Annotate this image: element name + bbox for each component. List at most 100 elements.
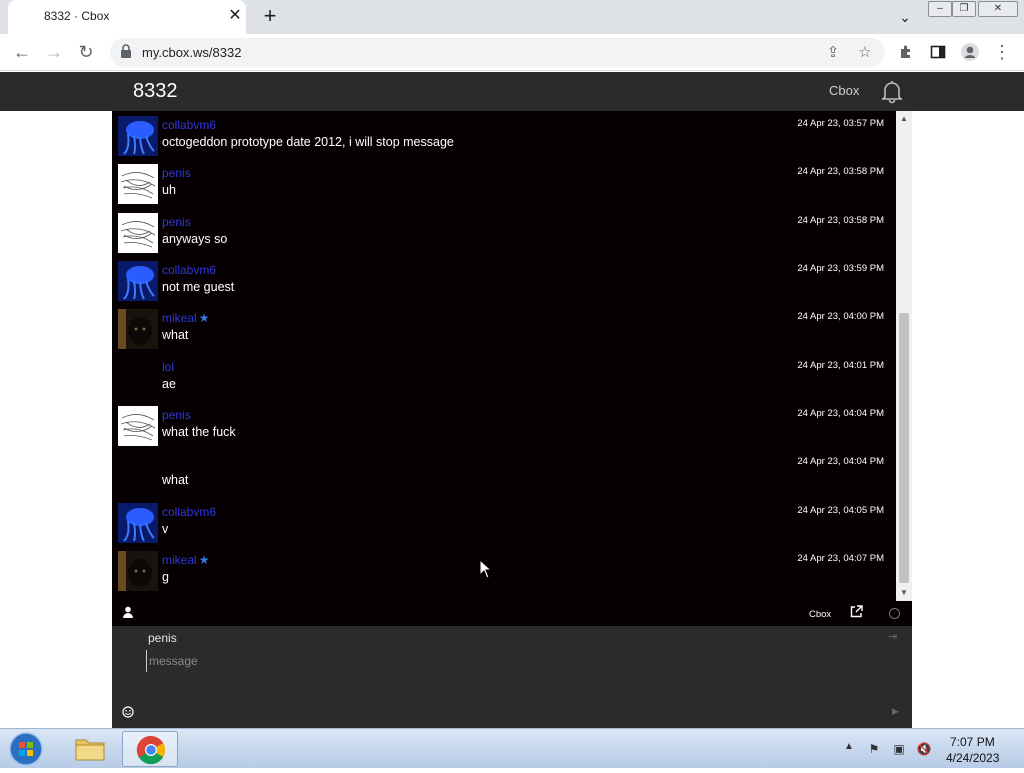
clock-time[interactable]: 7:07 PM [950,735,995,749]
message-timestamp: 24 Apr 23, 04:01 PM [797,360,884,371]
cbox-header: 8332 Cbox [0,72,1024,111]
url-text: my.cbox.ws/8332 [142,45,242,60]
scroll-down-arrow-icon[interactable]: ▼ [896,585,912,601]
message-text: octogeddon prototype date 2012, i will s… [162,135,454,149]
smiley-icon[interactable] [122,706,136,720]
avatar-cat [118,551,158,591]
file-explorer-taskbar-icon[interactable] [62,731,118,767]
popout-icon[interactable] [850,605,866,621]
browser-tab-bar: 8332 · Cbox ✕ + ⌄ – ❐ ✕ [0,0,1024,34]
forward-arrow-icon[interactable]: → [42,40,66,64]
message-text: v [162,522,169,536]
message-username[interactable]: collabvm6 [162,263,216,277]
avatar-scribble [118,164,158,204]
chat-scrollbar[interactable]: ▲ ▼ [896,111,912,601]
username-text[interactable]: mikeal [162,553,197,567]
message-timestamp: 24 Apr 23, 03:58 PM [797,166,884,177]
share-icon[interactable]: ⇪ [822,42,844,64]
chat-message: penis what the fuck 24 Apr 23, 04:04 PM [112,403,896,451]
profile-icon[interactable] [958,40,982,64]
avatar-jellyfish [118,503,158,543]
chat-message: collabvm6 v 24 Apr 23, 04:05 PM [112,500,896,548]
message-timestamp: 24 Apr 23, 03:58 PM [797,215,884,226]
chat-message: collabvm6 not me guest 24 Apr 23, 03:59 … [112,258,896,306]
username-text[interactable]: mikeal [162,311,197,325]
volume-muted-icon[interactable]: 🔇 [916,741,932,757]
cbox-footer-link[interactable]: Cbox [809,609,831,620]
compose-username[interactable]: penis [148,631,177,645]
avatar-scribble [118,406,158,446]
message-text: what [162,328,189,342]
message-timestamp: 24 Apr 23, 04:04 PM [797,408,884,419]
tab-title: 8332 · Cbox [44,9,110,23]
star-badge-icon: ★ [198,311,210,325]
lock-icon[interactable] [120,44,134,60]
message-username[interactable]: lol [162,360,174,374]
avatar-scribble [118,213,158,253]
message-text: anyways so [162,232,228,246]
user-icon[interactable] [122,606,136,620]
window-maximize-button[interactable]: ❐ [952,1,976,17]
message-text: not me guest [162,280,235,294]
avatar-cat [118,309,158,349]
cbox-title: 8332 [133,80,178,102]
windows-taskbar: ▲ ⚑ ▣ 🔇 7:07 PM 4/24/2023 [0,728,1024,768]
browser-tab[interactable]: 8332 · Cbox ✕ [8,0,246,34]
scrollbar-thumb[interactable] [899,313,909,583]
new-tab-icon[interactable]: + [258,4,282,28]
address-bar[interactable]: my.cbox.ws/8332 ⇪ ☆ [110,38,885,67]
tab-close-icon[interactable]: ✕ [226,7,244,25]
chat-message: what 24 Apr 23, 04:04 PM [112,451,896,499]
message-text: ae [162,377,176,391]
compose-area: penis ⇥ ▶ [112,626,912,728]
message-timestamp: 24 Apr 23, 03:59 PM [797,263,884,274]
browser-toolbar: ← → ↻ my.cbox.ws/8332 ⇪ ☆ ⋮ [0,34,1024,71]
message-timestamp: 24 Apr 23, 04:07 PM [797,553,884,564]
tab-search-chevron-icon[interactable]: ⌄ [894,6,916,28]
reload-icon[interactable]: ↻ [74,40,98,64]
message-text: what [162,473,189,487]
bookmark-star-icon[interactable]: ☆ [854,42,876,64]
back-arrow-icon[interactable]: ← [10,40,34,64]
cbox-brand-link[interactable]: Cbox [829,83,859,98]
bell-icon[interactable] [878,77,906,105]
extensions-puzzle-icon[interactable] [894,40,918,64]
chat-message: lol ae 24 Apr 23, 04:01 PM [112,355,896,403]
kebab-menu-icon[interactable]: ⋮ [990,40,1014,64]
mouse-cursor-icon [479,558,493,579]
message-timestamp: 24 Apr 23, 04:04 PM [797,456,884,467]
message-username[interactable]: collabvm6 [162,118,216,132]
chrome-taskbar-icon[interactable] [122,731,178,767]
scroll-up-arrow-icon[interactable]: ▲ [896,111,912,127]
action-center-flag-icon[interactable]: ⚑ [866,741,882,757]
clock-date[interactable]: 4/24/2023 [946,751,999,765]
chat-message: penis anyways so 24 Apr 23, 03:58 PM [112,210,896,258]
start-button-icon[interactable] [6,731,46,767]
chat-message: collabvm6 octogeddon prototype date 2012… [112,113,896,161]
page-content: 8332 Cbox collabvm6 octogeddon prototype… [0,72,1024,728]
message-username[interactable]: penis [162,408,191,422]
message-username[interactable]: mikeal ★ [162,311,209,325]
network-icon[interactable]: ▣ [891,741,907,757]
chat-message: penis uh 24 Apr 23, 03:58 PM [112,161,896,209]
message-text: g [162,570,169,584]
message-input[interactable] [146,650,846,672]
message-username[interactable]: collabvm6 [162,505,216,519]
send-arrow-icon[interactable]: ▶ [892,706,906,720]
chat-message: mikeal ★ what 24 Apr 23, 04:00 PM [112,306,896,354]
message-timestamp: 24 Apr 23, 04:05 PM [797,505,884,516]
status-circle-icon[interactable] [889,608,900,619]
tray-expand-icon[interactable]: ▲ [844,741,854,752]
sign-in-icon[interactable]: ⇥ [888,630,902,644]
message-username[interactable]: penis [162,166,191,180]
star-badge-icon: ★ [198,553,210,567]
message-username[interactable]: penis [162,215,191,229]
chat-message-list[interactable]: collabvm6 octogeddon prototype date 2012… [112,111,912,601]
window-minimize-button[interactable]: – [928,1,952,17]
chat-toolbar: Cbox [112,601,912,626]
message-username[interactable]: mikeal ★ [162,553,209,567]
avatar-jellyfish [118,261,158,301]
window-close-button[interactable]: ✕ [978,1,1018,17]
side-panel-icon[interactable] [926,40,950,64]
message-text: what the fuck [162,425,236,439]
